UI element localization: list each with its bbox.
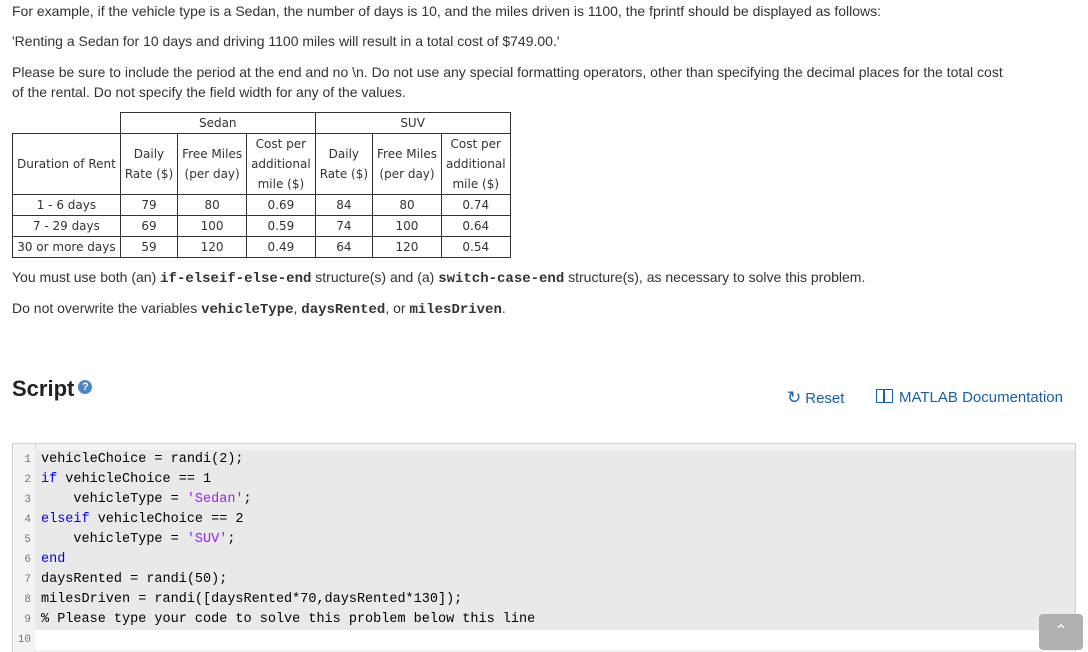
example-text: For example, if the vehicle type is a Se… — [12, 3, 881, 19]
code-line: end — [41, 552, 66, 567]
line-number: 9 — [24, 614, 31, 626]
format-note-line2: of the rental. Do not specify the field … — [12, 84, 406, 100]
book-icon — [876, 389, 893, 403]
cell-suv-cost: 0.54 — [440, 236, 511, 258]
structure-requirement: You must use both (an) if-elseif-else-en… — [12, 269, 866, 287]
cell-duration: 30 or more days — [12, 236, 121, 258]
code-comment-line: % Please type your code to solve this pr… — [41, 612, 536, 627]
cell-sedan-cost: 0.49 — [246, 236, 316, 258]
code-line: elseif vehicleChoice == 2 — [41, 512, 244, 527]
code-editor[interactable]: 1 2 3 4 5 6 7 8 9 10 vehicleChoice = ran… — [12, 443, 1076, 652]
cell-sedan-rate: 59 — [119, 236, 179, 258]
code-line: daysRented = randi(50); — [41, 572, 228, 587]
cell-suv-free: 100 — [372, 215, 442, 237]
header-suv-free-miles: Free Miles (per day) — [372, 133, 442, 195]
script-heading: Script? — [12, 376, 93, 402]
header-suv-daily-rate: Daily Rate ($) — [314, 133, 374, 195]
line-number-gutter: 1 2 3 4 5 6 7 8 9 10 — [13, 450, 35, 650]
header-sedan-daily-rate: Daily Rate ($) — [119, 133, 179, 195]
code-lines[interactable]: vehicleChoice = randi(2); if vehicleChoi… — [35, 450, 1075, 650]
code-line: if vehicleChoice == 1 — [41, 472, 212, 487]
group-header-suv: SUV — [314, 112, 511, 134]
reset-button[interactable]: ↻ Reset — [787, 388, 844, 408]
cell-suv-rate: 64 — [314, 236, 374, 258]
cell-suv-rate: 74 — [314, 215, 374, 237]
cell-duration: 7 - 29 days — [12, 215, 121, 237]
cell-sedan-rate: 79 — [119, 194, 179, 216]
cell-sedan-free: 120 — [177, 236, 248, 258]
line-number: 3 — [24, 494, 31, 506]
code-line: milesDriven = randi([daysRented*70,daysR… — [41, 592, 463, 607]
line-number: 6 — [24, 554, 31, 566]
cell-suv-free: 80 — [372, 194, 442, 216]
script-title: Script — [12, 376, 75, 401]
header-sedan-cost-per-mile: Cost per additional mile ($) — [246, 133, 316, 195]
help-icon[interactable]: ? — [78, 380, 93, 395]
cell-sedan-free: 100 — [177, 215, 248, 237]
reset-icon: ↻ — [787, 388, 802, 407]
cell-suv-rate: 84 — [314, 194, 374, 216]
header-suv-cost-per-mile: Cost per additional mile ($) — [440, 133, 511, 195]
table-row: 1 - 6 days 79 80 0.69 84 80 0.74 — [12, 194, 511, 216]
cell-suv-cost: 0.74 — [440, 194, 511, 216]
table-row: 7 - 29 days 69 100 0.59 74 100 0.64 — [12, 215, 511, 237]
group-header-sedan: Sedan — [119, 112, 316, 134]
format-note-line1: Please be sure to include the period at … — [12, 64, 1003, 80]
code-line: vehicleType = 'SUV'; — [41, 532, 236, 547]
example-output: 'Renting a Sedan for 10 days and driving… — [12, 33, 560, 49]
variable-note: Do not overwrite the variables vehicleTy… — [12, 300, 506, 318]
cell-suv-free: 120 — [372, 236, 442, 258]
line-number: 8 — [24, 594, 31, 606]
rental-rates-table: Sedan SUV Duration of Rent Daily Rate ($)… — [12, 112, 511, 258]
cell-sedan-rate: 69 — [119, 215, 179, 237]
reset-label: Reset — [805, 390, 845, 407]
line-number: 1 — [24, 454, 31, 466]
line-number: 4 — [24, 514, 31, 526]
chevron-up-icon: ⌃ — [1054, 623, 1068, 640]
line-number: 2 — [24, 474, 31, 486]
cell-duration: 1 - 6 days — [12, 194, 121, 216]
header-duration: Duration of Rent — [12, 133, 121, 195]
editable-code-line[interactable] — [35, 630, 1075, 650]
code-line: vehicleChoice = randi(2); — [41, 452, 244, 467]
cell-suv-cost: 0.64 — [440, 215, 511, 237]
line-number: 5 — [24, 534, 31, 546]
scroll-to-top-button[interactable]: ⌃ — [1039, 614, 1083, 650]
line-number: 7 — [24, 574, 31, 586]
header-sedan-free-miles: Free Miles (per day) — [177, 133, 248, 195]
table-row: 30 or more days 59 120 0.49 64 120 0.54 — [12, 236, 511, 258]
cell-sedan-cost: 0.69 — [246, 194, 316, 216]
doc-label: MATLAB Documentation — [899, 389, 1063, 406]
matlab-documentation-link[interactable]: MATLAB Documentation — [876, 388, 1063, 406]
line-number: 10 — [17, 634, 31, 646]
cell-sedan-free: 80 — [177, 194, 248, 216]
code-line: vehicleType = 'Sedan'; — [41, 492, 252, 507]
cell-sedan-cost: 0.59 — [246, 215, 316, 237]
